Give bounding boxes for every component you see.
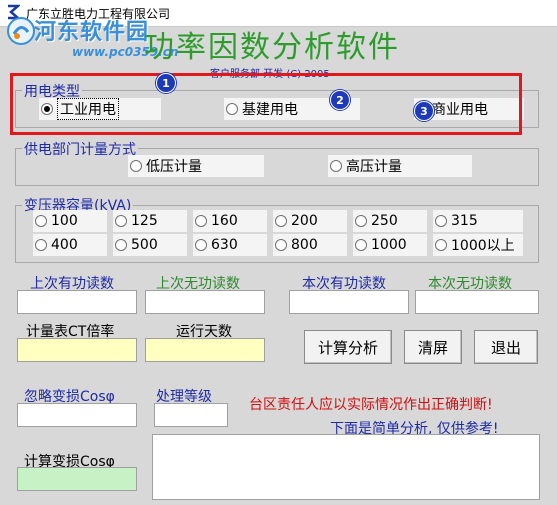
last-reactive-input[interactable] [145,290,265,314]
radio-dot [195,215,207,227]
radio-high-voltage[interactable]: 高压计量 [328,155,472,177]
warning-note: 台区责任人应以实际情况作出正确判断! [249,397,493,413]
radio-label: 高压计量 [346,159,402,175]
radio-kva-315[interactable]: 315 [433,210,523,232]
radio-dot [35,215,47,227]
radio-dot [275,215,287,227]
watermark-logo-icon [7,17,35,45]
badge-1: 1 [156,73,176,93]
radio-label: 1000以上 [451,238,515,254]
last-active-input[interactable] [17,290,137,314]
radio-kva-125[interactable]: 125 [113,210,187,232]
radio-dot [195,239,207,251]
radio-dot [115,215,127,227]
radio-label: 315 [451,213,478,229]
badge-2: 2 [330,90,350,110]
radio-label: 400 [51,237,78,253]
current-active-input[interactable] [289,290,409,314]
radio-label: 低压计量 [146,159,202,175]
radio-label: 160 [211,213,238,229]
radio-kva-800[interactable]: 800 [273,234,347,256]
radio-dot [435,215,447,227]
radio-dot [130,160,142,172]
radio-label: 200 [291,213,318,229]
level-input[interactable] [154,403,228,427]
radio-dot [355,239,367,251]
current-reactive-input[interactable] [415,290,539,314]
radio-kva-630[interactable]: 630 [193,234,267,256]
radio-dot [115,239,127,251]
radio-dot [275,239,287,251]
radio-label: 1000 [371,237,407,253]
radio-kva-500[interactable]: 500 [113,234,187,256]
clear-button[interactable]: 清屏 [404,330,462,364]
radio-label: 800 [291,237,318,253]
radio-low-voltage[interactable]: 低压计量 [128,155,264,177]
radio-kva-200[interactable]: 200 [273,210,347,232]
radio-label: 125 [131,213,158,229]
radio-kva-250[interactable]: 250 [353,210,427,232]
radio-dot [35,239,47,251]
ignore-cos-input[interactable] [17,403,137,427]
calc-cos-output [17,467,137,491]
radio-dot [435,239,447,251]
radio-label: 500 [131,237,158,253]
ct-ratio-input[interactable] [17,338,137,362]
radio-kva-1000-plus[interactable]: 1000以上 [433,234,523,256]
highlight-frame [10,73,522,135]
badge-3: 3 [414,101,434,121]
app-window: 广东立胜电力工程有限公司 河东软件园 www.pc0359.cn 功率因数分析软… [0,0,557,505]
watermark-text: 河东软件园 [34,20,150,45]
radio-dot [330,160,342,172]
analysis-result-area[interactable] [152,434,540,500]
radio-kva-400[interactable]: 400 [33,234,107,256]
run-days-input[interactable] [145,338,265,362]
radio-kva-160[interactable]: 160 [193,210,267,232]
radio-dot [355,215,367,227]
radio-kva-1000[interactable]: 1000 [353,234,427,256]
analyze-button[interactable]: 计算分析 [304,330,392,364]
app-title: 功率因数分析软件 [144,30,400,65]
radio-label: 100 [51,213,78,229]
radio-label: 250 [371,213,398,229]
metering-title: 供电部门计量方式 [22,139,138,159]
exit-button[interactable]: 退出 [474,330,538,364]
radio-label: 630 [211,237,238,253]
radio-kva-100[interactable]: 100 [33,210,107,232]
